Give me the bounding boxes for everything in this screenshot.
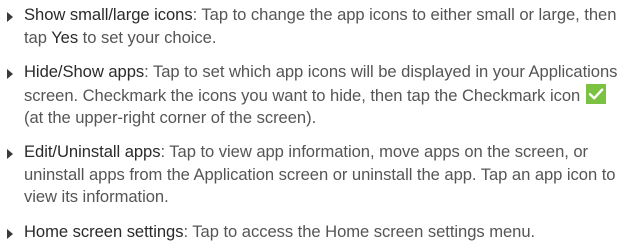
bullet-icon [7,149,13,159]
list-item-text: Show small/large icons: Tap to change th… [24,4,628,49]
list-item-text: Edit/Uninstall apps: Tap to view app inf… [24,141,628,209]
checkmark-icon [585,83,606,104]
item-term: Show small/large icons [24,5,193,24]
yes-label: Yes [51,27,79,47]
item-term: Home screen settings [24,222,184,241]
bullet-icon [7,12,13,22]
bullet-icon [7,69,13,79]
item-description-end: to set your choice. [78,27,217,47]
item-description: : Tap to access the Home screen settings… [183,222,536,241]
bullet-icon [7,229,13,239]
list-item-text: Home screen settings: Tap to access the … [24,221,628,244]
list-item-text: Hide/Show apps: Tap to set which app ico… [24,61,628,130]
item-term: Edit/Uninstall apps [24,142,161,161]
item-description-end: (at the upper-right corner of the screen… [24,108,317,127]
item-term: Hide/Show apps [24,62,145,81]
